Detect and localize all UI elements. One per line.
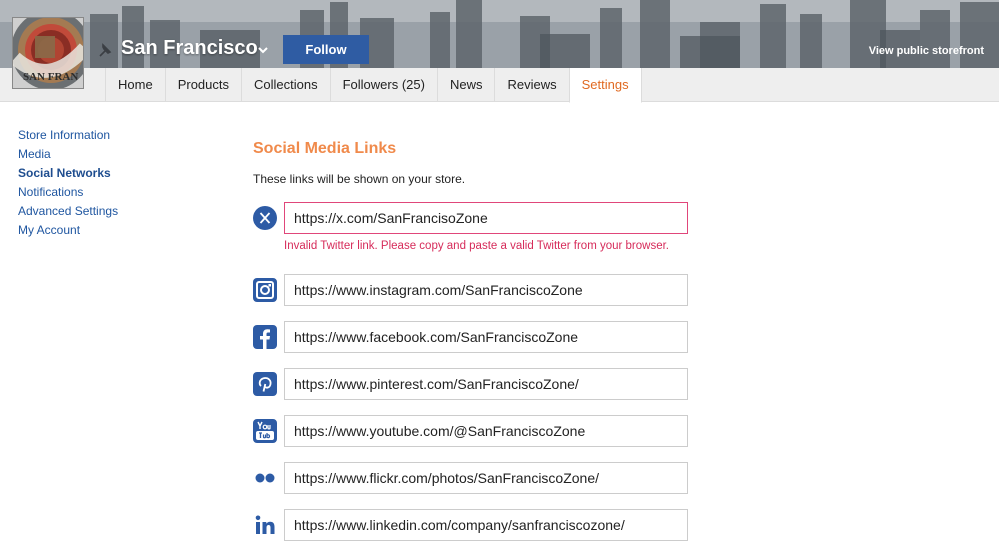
pinterest-icon — [253, 372, 277, 396]
twitter-url-input[interactable] — [284, 202, 688, 234]
x-icon — [253, 206, 277, 230]
linkedin-url-input[interactable] — [284, 509, 688, 541]
store-tab-bar: Home Products Collections Followers (25)… — [0, 68, 999, 103]
social-link-row-instagram — [253, 274, 693, 306]
facebook-url-input[interactable] — [284, 321, 688, 353]
tab-collections[interactable]: Collections — [241, 68, 330, 102]
tab-products[interactable]: Products — [164, 68, 241, 102]
pinterest-url-input[interactable] — [284, 368, 688, 400]
tab-reviews[interactable]: Reviews — [494, 68, 568, 102]
view-storefront-link[interactable]: View public storefront — [869, 45, 984, 57]
tab-home[interactable]: Home — [105, 68, 165, 102]
social-links-section: Social Media Links These links will be s… — [253, 140, 733, 186]
social-link-row-facebook — [253, 321, 693, 353]
sidebar-item-notifications[interactable]: Notifications — [18, 183, 118, 202]
sidebar-item-social-networks[interactable]: Social Networks — [18, 164, 118, 183]
store-logo[interactable]: SAN FRAN — [12, 17, 84, 89]
sidebar-item-media[interactable]: Media — [18, 145, 118, 164]
section-title: Social Media Links — [253, 140, 397, 157]
sidebar-item-my-account[interactable]: My Account — [18, 221, 118, 240]
social-link-row-linkedin — [253, 509, 693, 541]
instagram-icon — [253, 278, 277, 302]
follow-button[interactable]: Follow — [283, 35, 369, 64]
section-description: These links will be shown on your store. — [253, 172, 466, 186]
youtube-url-input[interactable] — [284, 415, 688, 447]
social-link-row-twitter — [253, 202, 693, 234]
header-banner: San Francisco Follow View public storefr… — [0, 0, 999, 68]
tab-followers[interactable]: Followers (25) — [329, 68, 437, 102]
sidebar-item-advanced-settings[interactable]: Advanced Settings — [18, 202, 118, 221]
facebook-icon — [253, 325, 277, 349]
flickr-icon — [255, 473, 275, 483]
flickr-url-input[interactable] — [284, 462, 688, 494]
sidebar-item-store-information[interactable]: Store Information — [18, 126, 118, 145]
tab-news[interactable]: News — [436, 68, 495, 102]
social-link-row-flickr — [253, 462, 693, 494]
seal-logo-image: SAN FRAN — [13, 18, 83, 88]
twitter-error-message: Invalid Twitter link. Please copy and pa… — [284, 240, 670, 252]
linkedin-icon — [255, 515, 275, 534]
instagram-url-input[interactable] — [284, 274, 688, 306]
pin-icon[interactable] — [97, 41, 115, 59]
tab-settings[interactable]: Settings — [568, 68, 642, 103]
social-link-row-youtube — [253, 415, 693, 447]
youtube-icon — [253, 419, 277, 443]
social-link-row-pinterest — [253, 368, 693, 400]
store-name[interactable]: San Francisco — [121, 37, 258, 60]
settings-sidebar: Store Information Media Social Networks … — [18, 126, 118, 240]
svg-text:SAN FRAN: SAN FRAN — [23, 71, 78, 83]
chevron-down-icon[interactable] — [257, 44, 269, 56]
